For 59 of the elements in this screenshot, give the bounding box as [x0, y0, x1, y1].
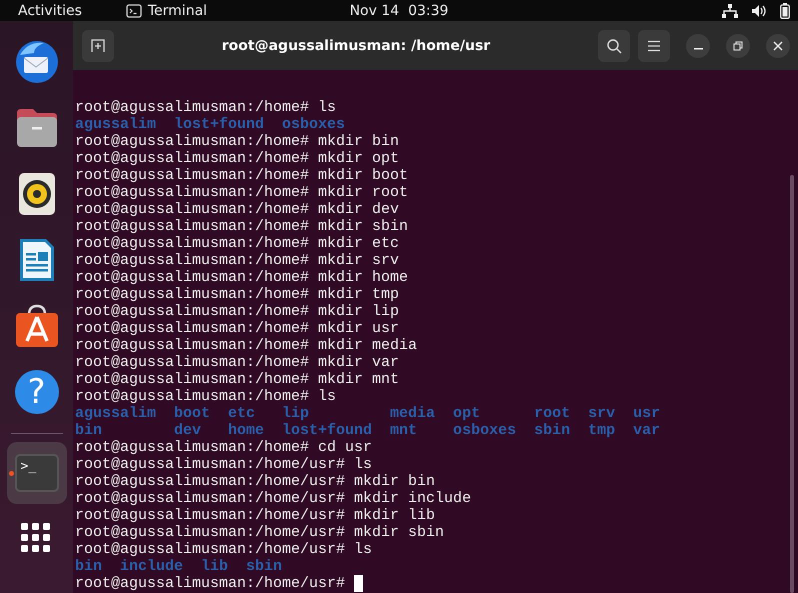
command-line: root@agussalimusman:/home# mkdir boot — [75, 167, 408, 184]
menu-icon — [647, 40, 661, 52]
command-line: root@agussalimusman:/home# mkdir dev — [75, 201, 400, 218]
command-output: bin include lib sbin — [75, 558, 282, 575]
battery-icon[interactable] — [780, 2, 790, 18]
shopping-bag-icon[interactable] — [14, 303, 58, 349]
command-output: agussalim lost+found osboxes — [75, 116, 346, 133]
command-line: root@agussalimusman:/home/usr# mkdir lib — [75, 507, 436, 524]
volume-icon[interactable] — [751, 4, 767, 18]
command-line: root@agussalimusman:/home# mkdir usr — [75, 320, 400, 337]
app-grid-icon[interactable] — [20, 523, 52, 555]
command-line: root@agussalimusman:/home/usr# mkdir include — [75, 490, 472, 507]
command-line: root@agussalimusman:/home# mkdir lip — [75, 303, 400, 320]
speaker-icon[interactable] — [18, 172, 56, 216]
activities-button[interactable]: Activities — [18, 2, 82, 18]
close-icon — [773, 40, 783, 50]
command-line: root@agussalimusman:/home# cd usr — [75, 439, 372, 456]
command-line: root@agussalimusman:/home/usr# ls — [75, 456, 372, 473]
command-line: root@agussalimusman:/home/usr# mkdir bin — [75, 473, 436, 490]
window-title: root@agussalimusman: /home/usr — [220, 38, 492, 54]
restore-button[interactable] — [726, 34, 750, 58]
new-tab-button[interactable] — [82, 30, 114, 62]
mail-app-icon[interactable] — [14, 39, 60, 85]
close-button[interactable] — [766, 34, 790, 58]
folder-icon[interactable] — [14, 107, 58, 149]
command-line: root@agussalimusman:/home/usr# ls — [75, 541, 372, 558]
command-line: root@agussalimusman:/home# mkdir srv — [75, 252, 400, 269]
menu-button[interactable] — [638, 30, 670, 62]
command-line: root@agussalimusman:/home# mkdir root — [75, 184, 408, 201]
clock[interactable]: Nov 14 03:39 — [350, 2, 448, 18]
command-line: root@agussalimusman:/home# mkdir etc — [75, 235, 400, 252]
restore-icon — [733, 40, 743, 50]
terminal-app-icon[interactable]: >_ — [14, 454, 58, 492]
help-icon[interactable]: ? — [14, 370, 58, 414]
minimize-icon — [694, 48, 702, 50]
command-line: root@agussalimusman:/home# mkdir bin — [75, 133, 400, 150]
command-line: root@agussalimusman:/home# mkdir tmp — [75, 286, 400, 303]
command-line: root@agussalimusman:/home# mkdir mnt — [75, 371, 400, 388]
search-button[interactable] — [598, 30, 630, 62]
command-line: root@agussalimusman:/home/usr# — [75, 575, 346, 592]
command-output: bin dev home lost+found mnt osboxes sbin tmp var — [75, 422, 660, 439]
command-line: root@agussalimusman:/home# mkdir media — [75, 337, 418, 354]
scrollbar[interactable] — [790, 175, 794, 593]
command-output: agussalim boot etc lip media opt root srv usr — [75, 405, 660, 422]
command-line: root@agussalimusman:/home# mkdir home — [75, 269, 408, 286]
command-line: root@agussalimusman:/home# mkdir sbin — [75, 218, 408, 235]
command-line: root@agussalimusman:/home/usr# mkdir sbin — [75, 524, 444, 541]
command-line: root@agussalimusman:/home# mkdir var — [75, 354, 400, 371]
network-icon[interactable] — [722, 4, 738, 18]
command-line: root@agussalimusman:/home# ls — [75, 388, 336, 405]
minimize-button[interactable] — [686, 34, 710, 58]
terminal-icon — [126, 4, 142, 18]
search-icon — [606, 38, 622, 54]
app-name[interactable]: Terminal — [148, 2, 208, 18]
new-tab-icon — [90, 38, 106, 54]
running-indicator — [8, 471, 14, 476]
command-line: root@agussalimusman:/home# mkdir opt — [75, 150, 400, 167]
document-icon[interactable] — [18, 237, 56, 283]
command-line: root@agussalimusman:/home# ls — [75, 99, 336, 116]
